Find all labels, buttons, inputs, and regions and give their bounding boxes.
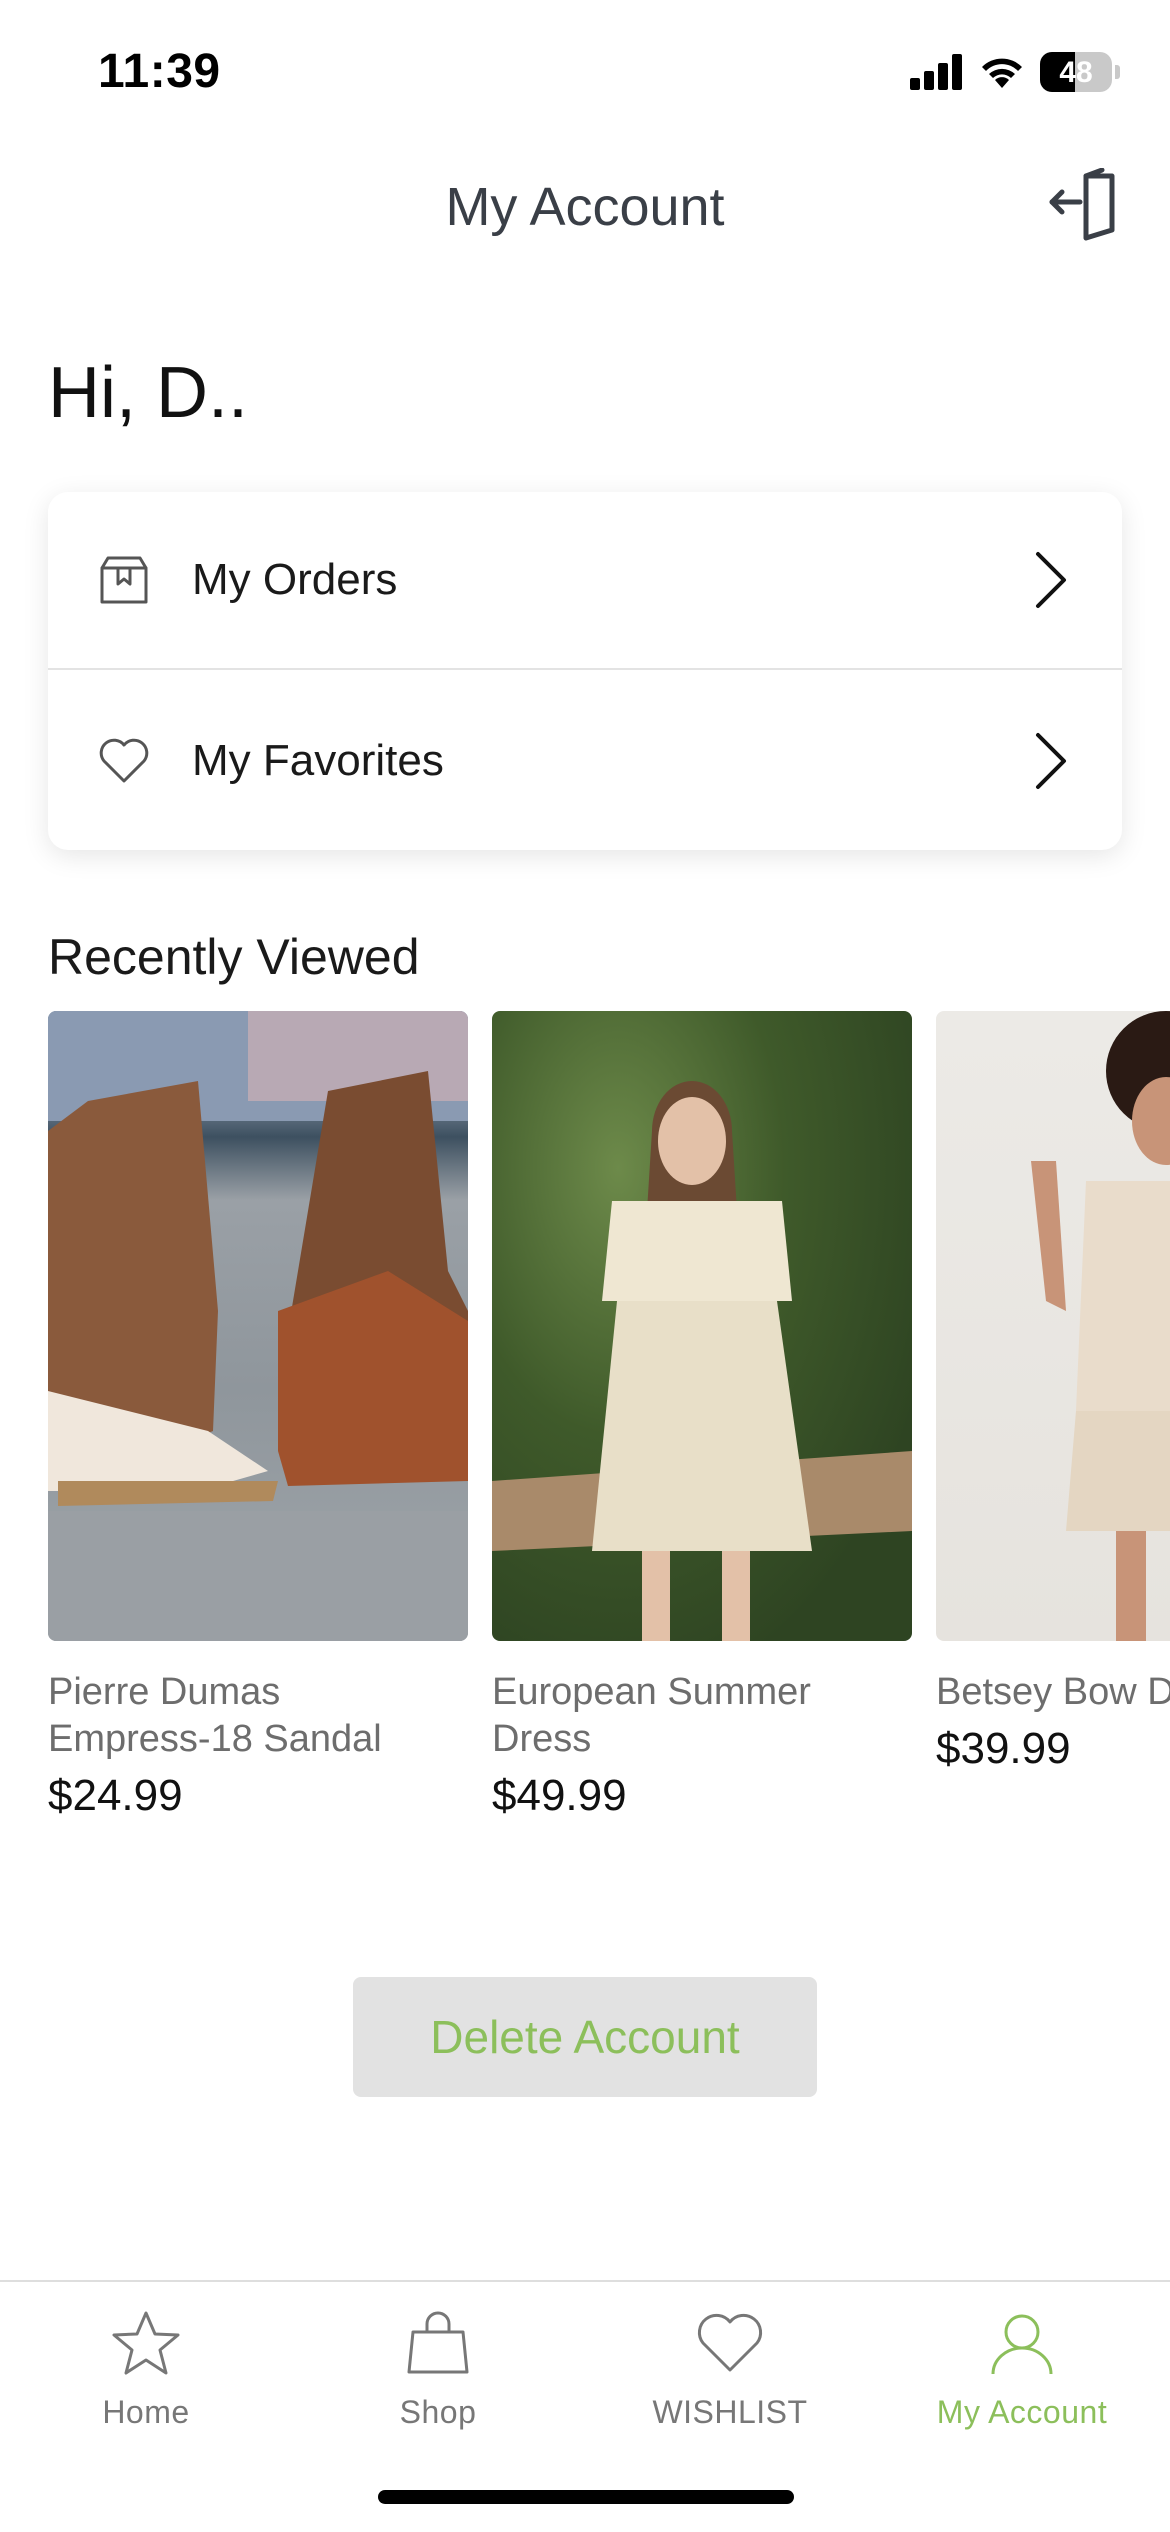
chevron-right-icon bbox=[1036, 733, 1066, 789]
sandal-photo-illustration bbox=[48, 1011, 468, 1641]
tab-home[interactable]: Home bbox=[0, 2282, 292, 2452]
product-card[interactable]: Pierre Dumas Empress-18 Sandal $24.99 bbox=[48, 1011, 468, 1821]
star-icon bbox=[112, 2311, 180, 2375]
status-time: 11:39 bbox=[98, 45, 221, 98]
recently-viewed-carousel[interactable]: Pierre Dumas Empress-18 Sandal $24.99 Eu… bbox=[48, 1011, 1170, 1841]
my-orders-row[interactable]: My Orders bbox=[48, 492, 1122, 670]
person-icon bbox=[991, 2314, 1053, 2375]
recently-viewed-title: Recently Viewed bbox=[48, 929, 420, 985]
tab-wishlist-label: WISHLIST bbox=[652, 2394, 808, 2430]
tab-wishlist[interactable]: WISHLIST bbox=[584, 2282, 876, 2452]
my-orders-label: My Orders bbox=[192, 555, 398, 604]
logout-icon bbox=[1049, 167, 1115, 241]
battery-tip bbox=[1115, 65, 1120, 79]
tab-my-account[interactable]: My Account bbox=[876, 2282, 1168, 2452]
product-price: $49.99 bbox=[492, 1771, 627, 1820]
tab-shop[interactable]: Shop bbox=[292, 2282, 584, 2452]
bow-dress-photo-illustration bbox=[1031, 1011, 1170, 1641]
heart-icon bbox=[697, 2313, 763, 2372]
delete-account-button[interactable]: Delete Account bbox=[353, 1977, 817, 2097]
chevron-right-icon bbox=[1036, 552, 1066, 608]
product-card[interactable]: Betsey Bow D $39.99 bbox=[936, 1011, 1170, 1774]
cellular-signal-icon bbox=[910, 54, 962, 90]
product-price: $24.99 bbox=[48, 1771, 183, 1820]
product-image-bow-dress[interactable] bbox=[936, 1011, 1170, 1641]
heart-icon bbox=[99, 738, 149, 783]
product-image-sandal[interactable] bbox=[48, 1011, 468, 1641]
home-indicator[interactable] bbox=[378, 2490, 794, 2504]
status-icons: 48 bbox=[910, 52, 1120, 92]
logout-button[interactable] bbox=[1046, 167, 1122, 244]
product-price: $39.99 bbox=[936, 1724, 1071, 1773]
header: My Account bbox=[0, 140, 1170, 270]
orders-box-icon bbox=[100, 556, 148, 604]
product-card[interactable]: European Summer Dress $49.99 bbox=[492, 1011, 912, 1821]
product-name[interactable]: European Summer Dress bbox=[492, 1669, 892, 1763]
product-name[interactable]: Betsey Bow D bbox=[936, 1669, 1170, 1716]
shopping-bag-icon bbox=[407, 2311, 469, 2374]
dress-photo-illustration bbox=[492, 1081, 912, 1641]
battery-icon: 48 bbox=[1040, 52, 1112, 92]
account-menu: My Orders My Favorites bbox=[48, 492, 1122, 850]
my-favorites-label: My Favorites bbox=[192, 736, 444, 785]
tab-home-label: Home bbox=[102, 2394, 190, 2430]
product-name[interactable]: Pierre Dumas Empress-18 Sandal bbox=[48, 1669, 448, 1763]
tab-shop-label: Shop bbox=[399, 2394, 477, 2430]
wifi-icon bbox=[982, 58, 1022, 88]
tab-my-account-label: My Account bbox=[936, 2394, 1108, 2430]
my-favorites-row[interactable]: My Favorites bbox=[48, 672, 1122, 850]
status-bar: 11:39 48 bbox=[0, 0, 1170, 140]
battery-level: 48 bbox=[1059, 56, 1093, 89]
page-title: My Account bbox=[445, 177, 725, 237]
greeting: Hi, D.. bbox=[48, 353, 249, 433]
product-image-dress[interactable] bbox=[492, 1011, 912, 1641]
